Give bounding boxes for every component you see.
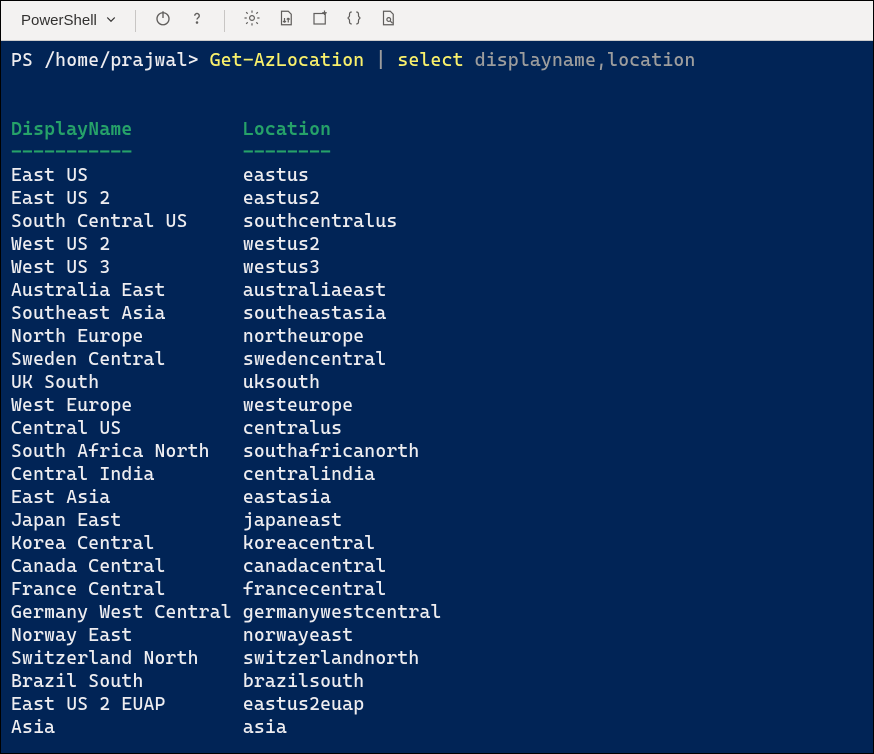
cloud-shell-toolbar: PowerShell (1, 1, 873, 41)
upload-download-button[interactable] (269, 4, 303, 38)
web-preview-button[interactable] (371, 4, 405, 38)
new-session-button[interactable] (303, 4, 337, 38)
editor-button[interactable] (337, 4, 371, 38)
gear-icon (243, 9, 261, 32)
power-icon (154, 9, 172, 32)
toolbar-separator (135, 10, 136, 32)
file-transfer-icon (277, 9, 295, 32)
terminal-output[interactable]: PS /home/prajwal> Get-AzLocation | selec… (1, 41, 873, 753)
shell-selector-label: PowerShell (21, 12, 97, 29)
braces-icon (345, 9, 363, 32)
shell-selector[interactable]: PowerShell (13, 8, 125, 33)
help-button[interactable] (180, 4, 214, 38)
new-window-icon (311, 9, 329, 32)
settings-button[interactable] (235, 4, 269, 38)
help-icon (188, 9, 206, 32)
preview-icon (379, 9, 397, 32)
chevron-down-icon (105, 12, 117, 29)
restart-button[interactable] (146, 4, 180, 38)
toolbar-separator (224, 10, 225, 32)
